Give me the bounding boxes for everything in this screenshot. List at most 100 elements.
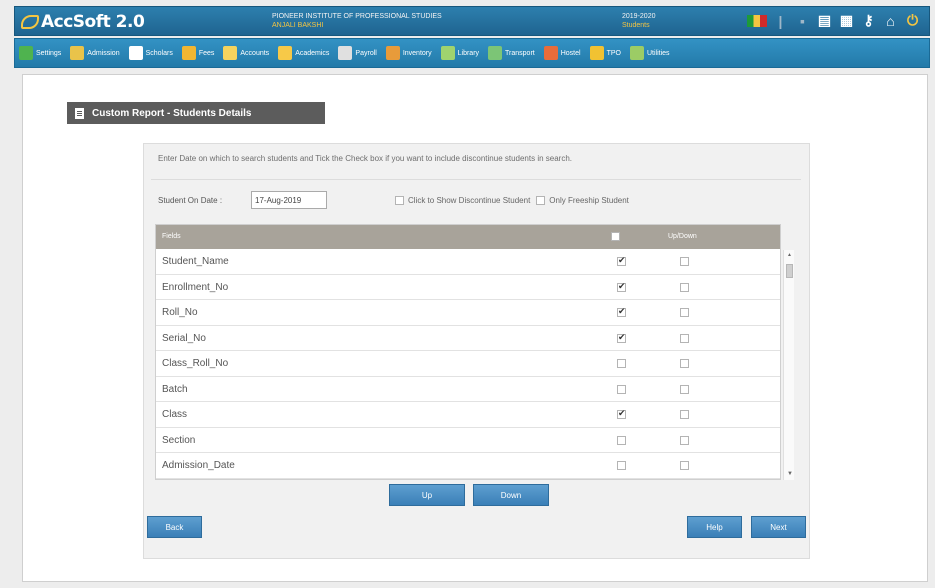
session-year: 2019-2020 [622,13,656,20]
include-checkbox[interactable] [617,359,626,368]
include-checkbox[interactable] [617,384,626,394]
updown-checkbox[interactable] [680,257,689,266]
date-label: Student On Date : [158,196,223,205]
menu-item-label: Admission [87,49,120,57]
grid-scrollbar[interactable]: ▲ ▼ [783,250,794,480]
menu-item-scholars[interactable]: Scholars [128,46,173,60]
discontinue-checkbox[interactable] [395,196,404,205]
minimize-icon[interactable]: ▪ [794,12,811,29]
menu-item-label: Hostel [560,49,581,57]
table-row[interactable]: Student_Name [156,249,780,275]
institute-sub: ANJALI BAKSHI [272,22,324,29]
scholars-icon [128,46,143,60]
menu-item-fees[interactable]: Fees [181,46,215,60]
key-icon[interactable]: ⚷ [860,12,877,29]
up-button[interactable]: Up [389,484,465,506]
document-icon [75,107,84,119]
down-button[interactable]: Down [473,484,549,506]
table-row[interactable]: Section [156,428,780,453]
scroll-down-icon[interactable]: ▼ [787,471,793,477]
table-row[interactable]: Admission_Date [156,453,780,479]
freeship-checkbox[interactable] [536,196,546,205]
header-toolbar: | ▪ ▤ ▦ ⚷ ⌂ ⏻ [747,12,921,29]
menu-item-transport[interactable]: Transport [488,46,535,60]
app-window: AccSoft 2.0 PIONEER INSTITUTE OF PROFESS… [0,0,935,588]
menu-item-label: Academics [295,49,330,57]
include-checkbox[interactable] [617,461,626,470]
menu-item-label: Fees [198,49,215,57]
app-logo: AccSoft 2.0 [21,12,145,32]
app-header: AccSoft 2.0 PIONEER INSTITUTE OF PROFESS… [14,6,930,36]
table-row[interactable]: Batch [156,377,780,402]
library-icon [440,46,455,60]
table-row[interactable]: Serial_No [156,326,780,351]
field-name: Admission_Date [162,460,235,471]
updown-checkbox[interactable] [680,282,689,292]
menu-item-library[interactable]: Library [440,46,480,60]
column-header-fields: Fields [162,233,181,240]
institute-info: PIONEER INSTITUTE OF PROFESSIONAL STUDIE… [272,12,442,30]
menu-item-admission[interactable]: Admission [70,46,120,60]
logo-icon [21,15,39,29]
divider-icon: | [778,12,783,29]
grid-header: Fields Up/Down [156,225,780,249]
payroll-icon [338,46,353,60]
include-checkbox[interactable] [617,281,626,292]
table-row[interactable]: Enrollment_No [156,275,780,300]
menu-item-hostel[interactable]: Hostel [543,46,581,60]
updown-checkbox[interactable] [680,461,689,470]
include-checkbox[interactable] [617,408,626,419]
inventory-icon [385,46,400,60]
table-row[interactable]: Class [156,402,780,428]
include-checkbox[interactable] [617,435,626,445]
field-name: Roll_No [162,307,198,318]
menu-item-label: Settings [36,49,62,57]
menu-item-payroll[interactable]: Payroll [338,46,377,60]
discontinue-option[interactable]: Click to Show Discontinue Student Only F… [395,196,629,205]
menu-item-label: Utilities [646,49,670,57]
menu-item-label: TPO [606,49,621,57]
menu-item-label: Transport [505,49,535,57]
menu-item-accounts[interactable]: Accounts [223,46,269,60]
select-all-checkbox[interactable] [611,232,620,241]
updown-checkbox[interactable] [680,308,689,317]
field-name: Serial_No [162,332,206,344]
gear-icon [19,46,33,60]
field-name: Class [162,409,188,420]
include-checkbox[interactable] [617,255,626,266]
menu-item-inventory[interactable]: Inventory [385,46,432,60]
help-button[interactable]: Help [687,516,742,538]
updown-checkbox[interactable] [680,410,689,419]
report-icon[interactable]: ▦ [838,12,855,29]
menu-item-label: Library [457,49,480,57]
utilities-icon [629,46,644,60]
updown-checkbox[interactable] [680,333,689,343]
next-button[interactable]: Next [751,516,806,538]
updown-checkbox[interactable] [680,384,689,394]
flag-icon[interactable] [747,14,767,27]
menu-item-label: Payroll [355,49,377,57]
menu-item-utilities[interactable]: Utilities [629,46,670,60]
include-checkbox[interactable] [617,332,626,343]
document-icon[interactable]: ▤ [816,12,833,29]
power-icon[interactable]: ⏻ [904,12,921,29]
institute-name: PIONEER INSTITUTE OF PROFESSIONAL STUDIE… [272,13,442,20]
page-title: Custom Report - Students Details [92,107,252,119]
fields-grid: Fields Up/Down Student_Name Enrollment_No… [155,224,781,480]
hostel-icon [543,46,558,60]
menu-item-tpo[interactable]: TPO [589,46,621,60]
field-name: Batch [162,383,188,395]
home-icon[interactable]: ⌂ [882,12,899,29]
include-checkbox[interactable] [617,306,626,317]
table-row[interactable]: Class_Roll_No [156,351,780,377]
table-row[interactable]: Roll_No [156,300,780,326]
menu-item-settings[interactable]: Settings [19,46,61,60]
student-date-input[interactable] [251,191,327,209]
scroll-thumb[interactable] [786,264,793,278]
divider [151,179,801,180]
updown-checkbox[interactable] [680,359,689,368]
back-button[interactable]: Back [147,516,202,538]
menu-item-academics[interactable]: Academics [278,46,329,60]
updown-checkbox[interactable] [680,435,689,445]
scroll-up-icon[interactable]: ▲ [787,252,792,258]
